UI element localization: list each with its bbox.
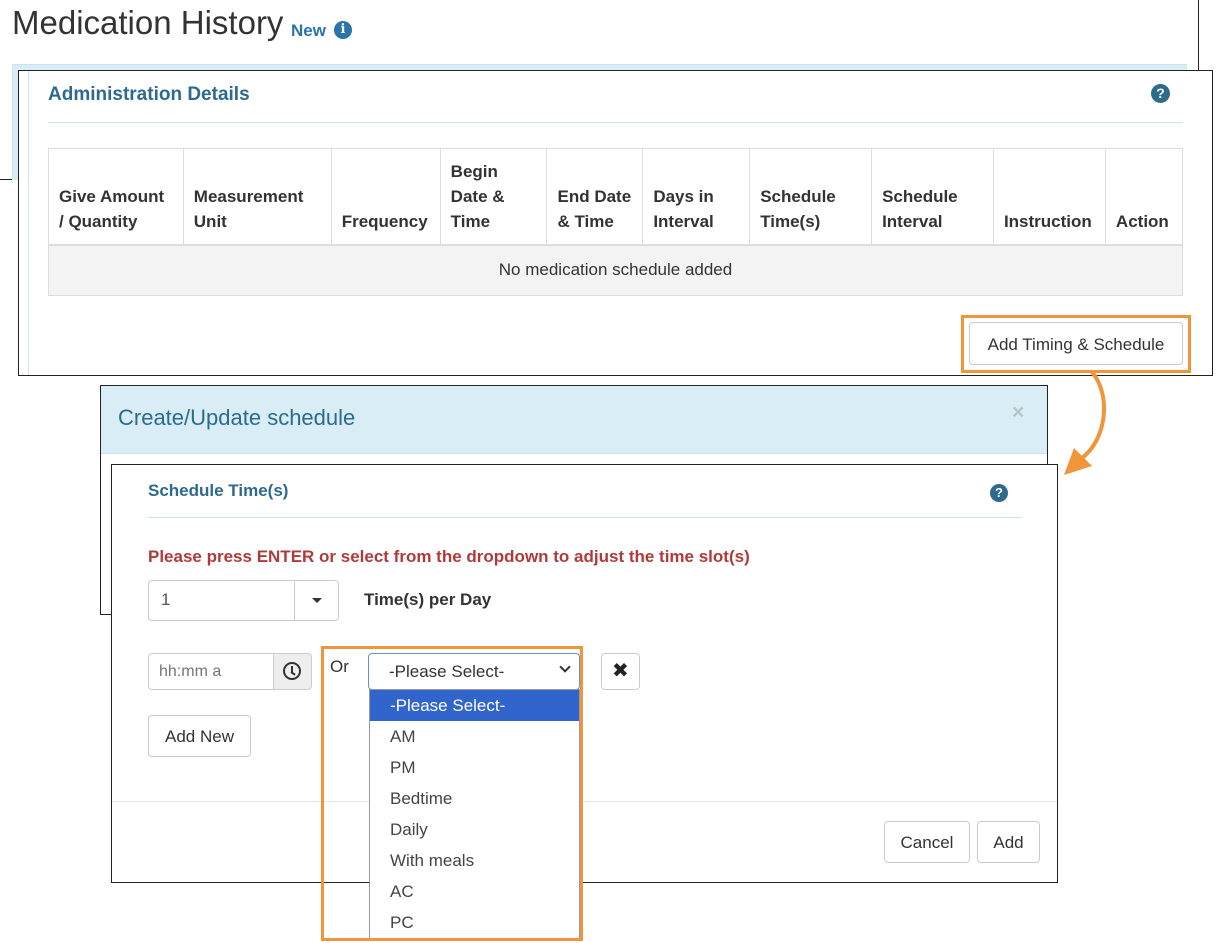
column-header-instruction: Instruction	[992, 148, 1106, 246]
column-header-give-amount: Give Amount / Quantity	[48, 148, 184, 246]
empty-table-message: No medication schedule added	[48, 244, 1183, 296]
question-circle-icon[interactable]: ?	[1151, 84, 1170, 103]
time-input[interactable]	[148, 653, 274, 690]
callout-arrow-icon	[1064, 370, 1106, 475]
table-header-row: Give Amount / Quantity Measurement Unit …	[48, 148, 1184, 246]
callout-highlight-box	[961, 315, 1191, 373]
page-title: Medication History	[12, 4, 284, 41]
close-x-icon: ✖	[612, 660, 629, 682]
table-row: No medication schedule added	[48, 244, 1183, 296]
section-divider	[48, 122, 1183, 123]
info-circle-icon[interactable]: i	[334, 21, 352, 39]
column-header-begin-date-time: Begin Date & Time	[439, 148, 548, 246]
column-header-schedule-interval: Schedule Interval	[871, 148, 994, 246]
column-header-days-in-interval: Days in Interval	[642, 148, 751, 246]
modal-footer-divider	[112, 801, 1057, 802]
schedule-times-title: Schedule Time(s)	[148, 481, 289, 500]
column-header-measurement-unit: Measurement Unit	[182, 148, 332, 246]
column-header-schedule-times: Schedule Time(s)	[749, 148, 873, 246]
panel-inner-border	[28, 71, 29, 375]
close-icon[interactable]: ×	[1012, 401, 1024, 425]
section-divider	[148, 517, 1022, 518]
column-header-end-date-time: End Date & Time	[546, 148, 644, 246]
clock-icon	[283, 662, 301, 680]
callout-highlight-box	[321, 646, 583, 941]
time-slot-instruction: Please press ENTER or select from the dr…	[148, 547, 750, 566]
modal-title: Create/Update schedule	[118, 405, 356, 430]
column-header-frequency: Frequency	[330, 148, 441, 246]
question-circle-icon[interactable]: ?	[990, 484, 1008, 502]
add-button[interactable]: Add	[977, 821, 1040, 863]
column-header-action: Action	[1104, 148, 1184, 246]
administration-details-title: Administration Details	[48, 84, 250, 105]
medication-schedule-table: Give Amount / Quantity Measurement Unit …	[48, 148, 1184, 296]
caret-down-icon	[312, 598, 322, 603]
new-link[interactable]: New	[291, 21, 326, 41]
add-new-button[interactable]: Add New	[148, 715, 251, 757]
times-per-day-label: Time(s) per Day	[364, 590, 492, 609]
times-per-day-input[interactable]: 1	[148, 580, 295, 621]
cancel-button[interactable]: Cancel	[884, 821, 970, 863]
